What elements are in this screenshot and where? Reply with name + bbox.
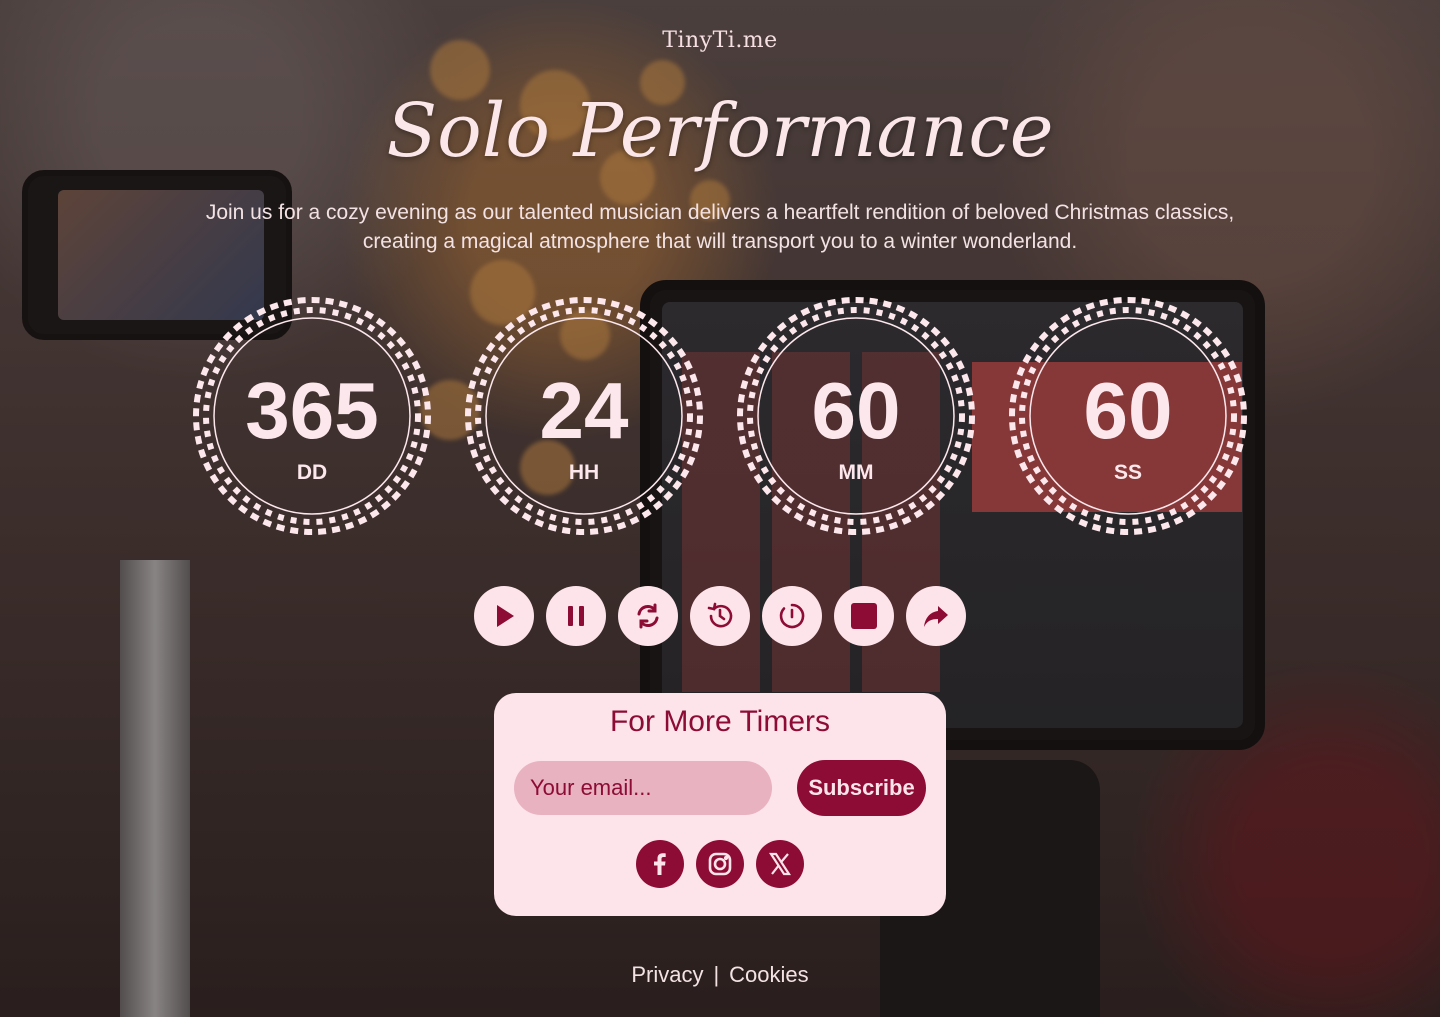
email-input[interactable]: [514, 761, 772, 815]
x-link[interactable]: [756, 840, 804, 888]
stop-button[interactable]: [834, 586, 894, 646]
minutes-label: MM: [838, 461, 874, 484]
share-button[interactable]: [906, 586, 966, 646]
subscribe-button[interactable]: Subscribe: [797, 760, 926, 816]
history-button[interactable]: [690, 586, 750, 646]
timer-seconds: 60 SS: [1005, 293, 1251, 539]
days-label: DD: [296, 461, 328, 484]
refresh-icon: [637, 603, 659, 629]
facebook-link[interactable]: [636, 840, 684, 888]
x-icon: [768, 852, 792, 876]
hours-label: HH: [568, 461, 600, 484]
timer-hours: 24 HH: [461, 293, 707, 539]
footer-separator: |: [713, 962, 720, 987]
privacy-link[interactable]: Privacy: [631, 962, 703, 987]
countdown-timer: 365 DD 24 HH 60 MM 60 SS: [0, 293, 1440, 539]
brand-logo[interactable]: TinyTi.me: [0, 28, 1440, 53]
minutes-value: 60: [811, 366, 901, 455]
newsletter-card: For More Timers Subscribe: [494, 693, 946, 916]
timer-reset-icon: [779, 603, 805, 629]
days-value: 365: [245, 366, 379, 455]
play-icon: [497, 605, 514, 627]
instagram-icon: [708, 852, 732, 876]
page-title: Solo Performance: [386, 88, 1054, 174]
stop-icon: [851, 603, 877, 629]
seconds-label: SS: [1113, 461, 1142, 484]
facebook-icon: [654, 853, 666, 875]
seconds-value: 60: [1083, 366, 1173, 455]
play-button[interactable]: [474, 586, 534, 646]
history-icon: [707, 602, 733, 628]
timer-controls: [474, 586, 970, 646]
restart-button[interactable]: [618, 586, 678, 646]
newsletter-title: For More Timers: [609, 705, 831, 738]
cookies-link[interactable]: Cookies: [729, 962, 808, 987]
pause-icon: [568, 606, 584, 626]
share-icon: [924, 606, 948, 627]
timer-minutes: 60 MM: [733, 293, 979, 539]
hours-value: 24: [539, 366, 629, 455]
instagram-link[interactable]: [696, 840, 744, 888]
pause-button[interactable]: [546, 586, 606, 646]
timer-days: 365 DD: [189, 293, 435, 539]
footer: Privacy | Cookies: [0, 962, 1440, 988]
reset-button[interactable]: [762, 586, 822, 646]
event-description: Join us for a cozy evening as our talent…: [205, 201, 1235, 253]
